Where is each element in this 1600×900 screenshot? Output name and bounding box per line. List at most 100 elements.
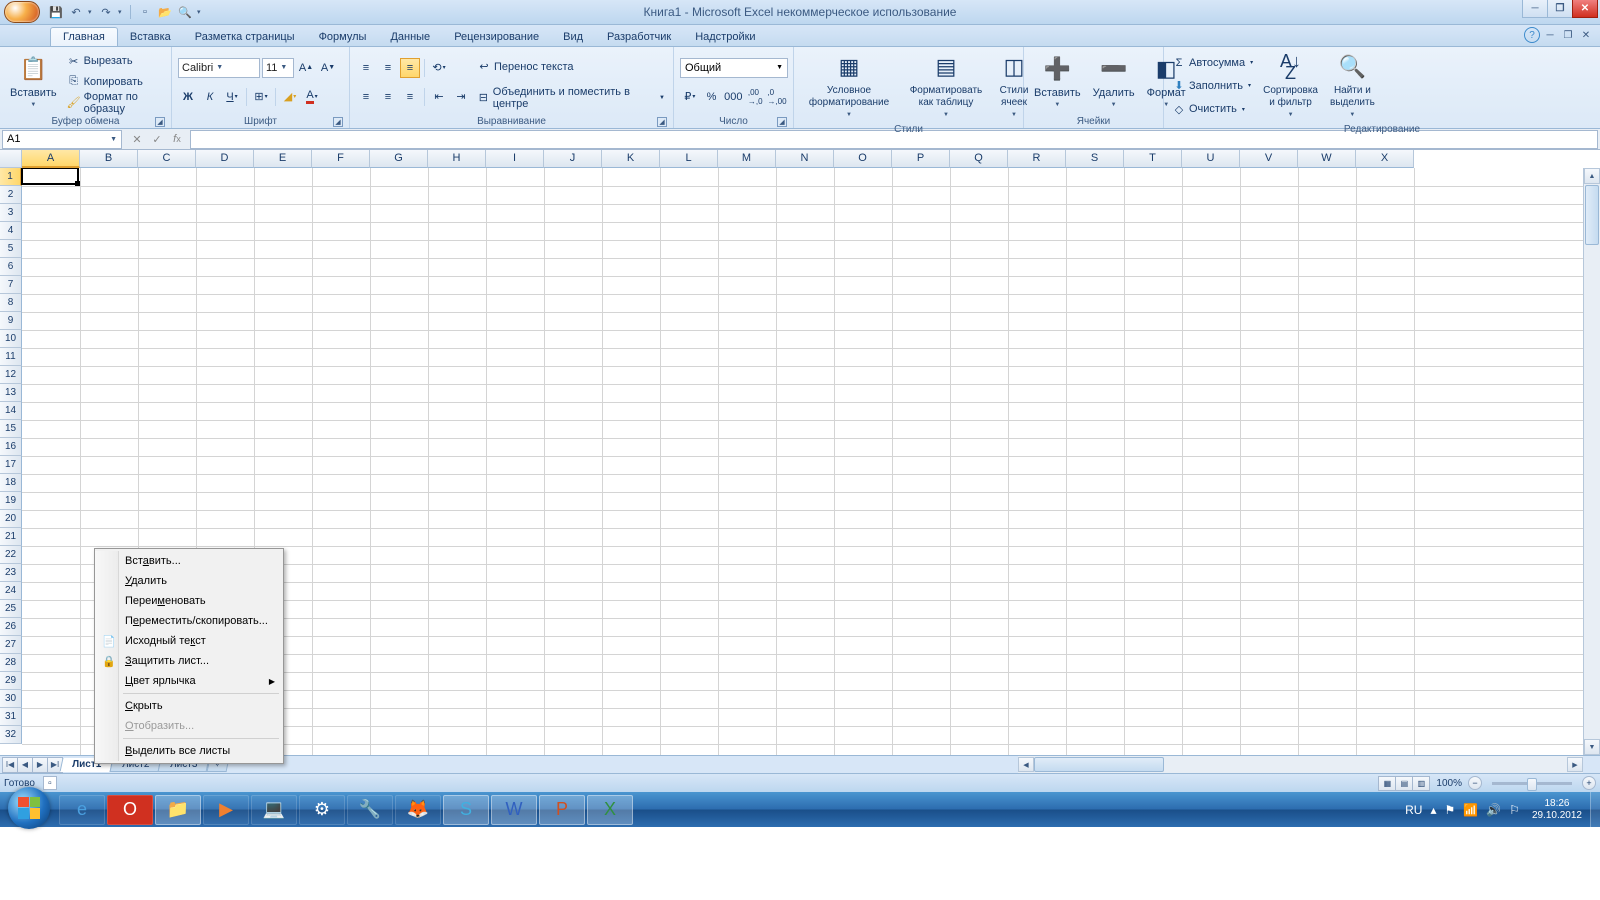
- clock[interactable]: 18:2629.10.2012: [1524, 798, 1590, 822]
- comma-button[interactable]: 000: [723, 87, 743, 107]
- column-header[interactable]: B: [80, 150, 138, 168]
- tray-flag-icon[interactable]: ⚑: [1445, 803, 1456, 817]
- scroll-up-button[interactable]: ▲: [1584, 168, 1600, 184]
- row-header[interactable]: 13: [0, 384, 22, 402]
- format-as-table-button[interactable]: ▤Форматироватькак таблицу▼: [900, 49, 992, 123]
- column-header[interactable]: I: [486, 150, 544, 168]
- menu-insert[interactable]: Вставить...: [97, 551, 281, 571]
- italic-button[interactable]: К: [200, 87, 220, 107]
- redo-dropdown[interactable]: ▾: [118, 8, 124, 16]
- column-header[interactable]: C: [138, 150, 196, 168]
- taskbar-opera-icon[interactable]: O: [107, 795, 153, 825]
- accounting-button[interactable]: ₽▾: [680, 87, 700, 107]
- taskbar-ie-icon[interactable]: e: [59, 795, 105, 825]
- help-icon[interactable]: ?: [1524, 27, 1540, 43]
- autosum-button[interactable]: ΣАвтосумма▾: [1172, 53, 1253, 73]
- row-header[interactable]: 23: [0, 564, 22, 582]
- insert-cells-button[interactable]: ➕Вставить▼: [1028, 49, 1087, 115]
- dialog-launcher-icon[interactable]: ◢: [155, 117, 165, 127]
- zoom-out-button[interactable]: −: [1468, 776, 1482, 790]
- tray-volume-icon[interactable]: 🔊: [1486, 803, 1501, 817]
- row-header[interactable]: 24: [0, 582, 22, 600]
- undo-dropdown[interactable]: ▾: [88, 8, 94, 16]
- column-header[interactable]: L: [660, 150, 718, 168]
- fill-color-button[interactable]: ◢▾: [280, 87, 300, 107]
- enter-icon[interactable]: ✓: [148, 130, 166, 148]
- save-icon[interactable]: 💾: [48, 4, 64, 20]
- row-header[interactable]: 8: [0, 294, 22, 312]
- row-header[interactable]: 12: [0, 366, 22, 384]
- scroll-thumb[interactable]: [1585, 185, 1599, 245]
- row-header[interactable]: 1: [0, 168, 22, 186]
- delete-cells-button[interactable]: ➖Удалить▼: [1087, 49, 1141, 115]
- row-header[interactable]: 18: [0, 474, 22, 492]
- row-header[interactable]: 30: [0, 690, 22, 708]
- row-header[interactable]: 19: [0, 492, 22, 510]
- column-header[interactable]: N: [776, 150, 834, 168]
- row-header[interactable]: 15: [0, 420, 22, 438]
- tab-data[interactable]: Данные: [378, 28, 442, 46]
- taskbar-excel-icon[interactable]: X: [587, 795, 633, 825]
- row-header[interactable]: 7: [0, 276, 22, 294]
- column-header[interactable]: X: [1356, 150, 1414, 168]
- office-button[interactable]: [4, 1, 40, 23]
- print-preview-icon[interactable]: 🔍: [177, 4, 193, 20]
- fx-icon[interactable]: fx: [168, 130, 186, 148]
- name-box[interactable]: A1▼: [2, 130, 122, 149]
- taskbar-word-icon[interactable]: W: [491, 795, 537, 825]
- conditional-formatting-button[interactable]: ▦Условноеформатирование▼: [798, 49, 900, 123]
- column-header[interactable]: A: [22, 150, 80, 168]
- tray-network-icon[interactable]: 📶: [1463, 803, 1478, 817]
- tab-developer[interactable]: Разработчик: [595, 28, 683, 46]
- align-middle-button[interactable]: ≡: [378, 58, 398, 78]
- percent-button[interactable]: %: [702, 87, 722, 107]
- row-header[interactable]: 25: [0, 600, 22, 618]
- clear-button[interactable]: ◇Очистить▾: [1172, 99, 1253, 119]
- row-header[interactable]: 32: [0, 726, 22, 744]
- borders-button[interactable]: ⊞▾: [251, 87, 271, 107]
- row-header[interactable]: 4: [0, 222, 22, 240]
- dialog-launcher-icon[interactable]: ◢: [657, 117, 667, 127]
- menu-rename[interactable]: Переименовать: [97, 591, 281, 611]
- number-format-combo[interactable]: Общий▼: [680, 58, 788, 78]
- font-name-combo[interactable]: Calibri▼: [178, 58, 260, 78]
- page-layout-view-button[interactable]: ▤: [1395, 776, 1413, 791]
- row-header[interactable]: 26: [0, 618, 22, 636]
- column-header[interactable]: W: [1298, 150, 1356, 168]
- tab-home[interactable]: Главная: [50, 27, 118, 46]
- doc-minimize-button[interactable]: ─: [1542, 27, 1558, 43]
- taskbar-powerpoint-icon[interactable]: P: [539, 795, 585, 825]
- fill-button[interactable]: ⬇Заполнить▾: [1172, 76, 1253, 96]
- column-header[interactable]: E: [254, 150, 312, 168]
- column-header[interactable]: F: [312, 150, 370, 168]
- scroll-thumb[interactable]: [1034, 757, 1164, 772]
- normal-view-button[interactable]: ▦: [1378, 776, 1396, 791]
- sort-filter-button[interactable]: A↓ZСортировкаи фильтр▼: [1257, 49, 1324, 123]
- menu-delete[interactable]: Удалить: [97, 571, 281, 591]
- doc-close-button[interactable]: ✕: [1578, 27, 1594, 43]
- vertical-scrollbar[interactable]: ▲ ▼: [1583, 168, 1600, 755]
- zoom-in-button[interactable]: +: [1582, 776, 1596, 790]
- align-bottom-button[interactable]: ≡: [400, 58, 420, 78]
- column-header[interactable]: J: [544, 150, 602, 168]
- increase-indent-button[interactable]: ⇥: [451, 87, 471, 107]
- qat-customize[interactable]: ▾: [197, 8, 203, 16]
- row-header[interactable]: 10: [0, 330, 22, 348]
- page-break-view-button[interactable]: ▥: [1412, 776, 1430, 791]
- row-header[interactable]: 5: [0, 240, 22, 258]
- taskbar-app-icon[interactable]: ⚙: [299, 795, 345, 825]
- decrease-decimal-button[interactable]: ,0→,00: [767, 87, 787, 107]
- align-right-button[interactable]: ≡: [400, 87, 420, 107]
- taskbar-explorer-icon[interactable]: 📁: [155, 795, 201, 825]
- menu-protect-sheet[interactable]: 🔒Защитить лист...: [97, 651, 281, 671]
- column-header[interactable]: K: [602, 150, 660, 168]
- column-header[interactable]: S: [1066, 150, 1124, 168]
- menu-view-source[interactable]: 📄Исходный текст: [97, 631, 281, 651]
- column-header[interactable]: O: [834, 150, 892, 168]
- tab-page-layout[interactable]: Разметка страницы: [183, 28, 307, 46]
- taskbar-app-icon[interactable]: 🔧: [347, 795, 393, 825]
- align-center-button[interactable]: ≡: [378, 87, 398, 107]
- first-sheet-button[interactable]: I◀: [2, 757, 18, 773]
- increase-decimal-button[interactable]: ,00→,0: [745, 87, 765, 107]
- select-all-corner[interactable]: [0, 150, 22, 168]
